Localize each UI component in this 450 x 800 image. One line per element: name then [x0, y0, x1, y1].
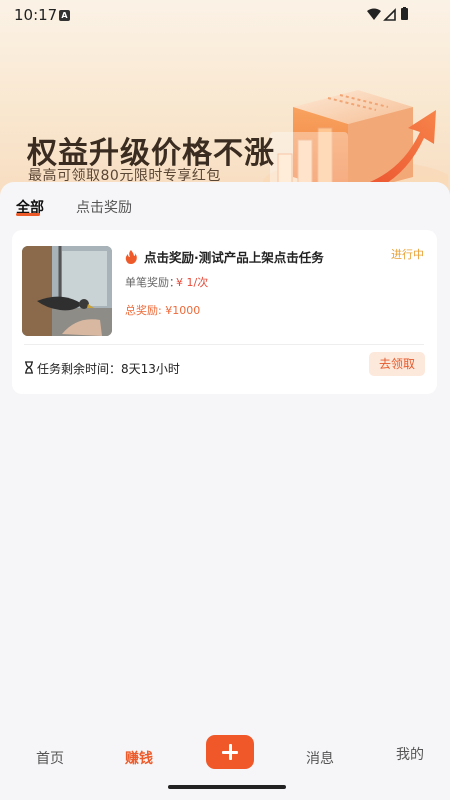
- nav-home[interactable]: 首页: [36, 748, 64, 768]
- category-tabs: 全部 点击奖励: [0, 182, 450, 224]
- card-divider: [24, 344, 424, 345]
- promo-3d-illustration-icon: [263, 90, 448, 202]
- unit-reward-label: 单笔奖励：: [125, 276, 180, 289]
- wifi-signal-battery-icon: [367, 7, 408, 21]
- promo-banner[interactable]: 10:17 A 权益升级价格不涨 最高可领取80元限时专享红包: [0, 0, 450, 205]
- task-card[interactable]: 点击奖励·测试产品上架点击任务 进行中 单笔奖励： ¥ 1/次 总奖励: ¥10…: [12, 230, 437, 394]
- task-thumbnail: [22, 246, 112, 336]
- system-icons: [366, 7, 414, 21]
- remaining-time-label: 任务剩余时间：: [37, 362, 122, 376]
- nav-messages[interactable]: 消息: [306, 748, 334, 768]
- unit-reward-value: ¥ 1/次: [176, 276, 209, 289]
- home-indicator: [168, 785, 286, 789]
- task-title: 点击奖励·测试产品上架点击任务: [144, 250, 324, 265]
- bird-photo-icon: [22, 246, 112, 336]
- status-time: 10:17: [14, 6, 58, 24]
- claim-button[interactable]: 去领取: [369, 352, 425, 376]
- task-list-panel: 全部 点击奖励 点击奖励·测试产品上架点击任务 进行中 单笔奖励： ¥ 1/次 …: [0, 182, 450, 800]
- task-status-badge: 进行中: [391, 248, 424, 261]
- nav-earn[interactable]: 赚钱: [125, 748, 153, 768]
- status-bar: 10:17 A: [0, 0, 450, 30]
- nav-profile[interactable]: 我的: [396, 744, 424, 764]
- hourglass-icon: [25, 361, 33, 374]
- bottom-navigation: 首页 赚钱 消息 我的: [0, 724, 450, 800]
- active-tab-indicator: [16, 213, 40, 216]
- total-reward: 总奖励: ¥1000: [125, 304, 201, 317]
- tab-click-reward[interactable]: 点击奖励: [76, 197, 132, 217]
- fire-icon: [125, 250, 137, 264]
- add-button[interactable]: [206, 735, 254, 769]
- notification-icon: A: [59, 10, 70, 21]
- remaining-time-value: 8天13小时: [121, 362, 180, 376]
